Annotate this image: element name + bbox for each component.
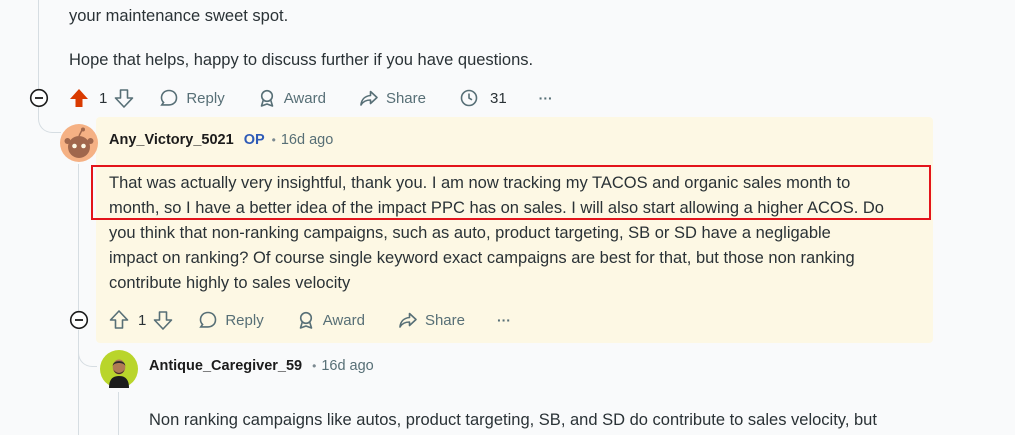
vote-count: 1 — [138, 311, 147, 329]
comment-text-line: you think that non-ranking campaigns, su… — [109, 224, 831, 242]
more-dots-icon: ··· — [496, 312, 511, 328]
downvote-icon — [154, 311, 173, 330]
share-label: Share — [424, 311, 465, 329]
clock-icon — [460, 89, 478, 107]
share-arrow-icon — [360, 90, 378, 106]
award-label: Award — [322, 311, 365, 329]
downvote-button[interactable] — [113, 87, 135, 109]
view-count: 31 — [489, 89, 507, 107]
more-options-button[interactable]: ··· — [497, 312, 511, 328]
share-button[interactable]: Share — [398, 310, 465, 330]
views-indicator: 31 — [459, 88, 507, 108]
reply-button[interactable]: Reply — [198, 310, 264, 330]
thread-connector-op — [38, 108, 61, 133]
avatar[interactable] — [60, 124, 98, 162]
thread-line-reply — [118, 392, 119, 435]
comment-text-line: Non ranking campaigns like autos, produc… — [149, 411, 877, 429]
minus-circle-icon — [29, 88, 49, 108]
avatar[interactable] — [100, 350, 138, 388]
thread-connector-reply — [78, 330, 97, 367]
reply-label: Reply — [225, 311, 264, 329]
award-button[interactable]: Award — [296, 310, 365, 330]
reply-label: Reply — [186, 89, 225, 107]
thread-line-op — [78, 164, 79, 312]
more-options-button[interactable]: ··· — [539, 90, 553, 106]
collapse-thread-button[interactable] — [29, 88, 49, 108]
downvote-icon — [115, 89, 134, 108]
reply-button[interactable]: Reply — [159, 88, 225, 108]
comment-meta: Antique_Caregiver_59 • 16d ago — [149, 358, 374, 374]
share-button[interactable]: Share — [359, 88, 426, 108]
timestamp-link[interactable]: 16d ago — [281, 132, 333, 148]
award-icon — [260, 89, 274, 107]
timestamp-link[interactable]: 16d ago — [321, 358, 373, 374]
comment-text-line: impact on ranking? Of course single keyw… — [109, 249, 855, 267]
comment-text-line: your maintenance sweet spot. — [69, 7, 289, 25]
comment-actions: 1 Reply Award Share 31 ··· — [68, 81, 553, 115]
snoo-avatar-icon — [60, 124, 98, 162]
comment-actions: 1 Reply Award Share ··· — [108, 303, 511, 337]
collapse-thread-button[interactable] — [69, 310, 89, 330]
upvote-button[interactable] — [68, 87, 90, 109]
award-icon — [299, 311, 313, 329]
comment-text-line: contribute highly to sales velocity — [109, 274, 351, 292]
username-link[interactable]: Antique_Caregiver_59 — [149, 358, 302, 374]
award-label: Award — [283, 89, 326, 107]
downvote-button[interactable] — [152, 309, 174, 331]
upvote-icon — [109, 310, 129, 329]
comment-meta: Any_Victory_5021 OP • 16d ago — [109, 132, 333, 148]
minus-circle-icon — [69, 310, 89, 330]
upvote-filled-icon — [70, 89, 88, 107]
share-arrow-icon — [399, 312, 417, 328]
comment-bubble-icon — [199, 311, 217, 328]
vote-count: 1 — [99, 89, 108, 107]
comment-bubble-icon — [160, 89, 178, 106]
meta-separator: • — [271, 133, 276, 147]
upvote-button[interactable] — [108, 309, 130, 331]
highlight-box — [91, 165, 931, 220]
meta-separator: • — [312, 359, 317, 373]
username-link[interactable]: Any_Victory_5021 — [109, 132, 234, 148]
comment-text-line: Hope that helps, happy to discuss furthe… — [69, 51, 534, 69]
share-label: Share — [385, 89, 426, 107]
user-avatar-icon — [100, 350, 138, 388]
op-badge: OP — [243, 132, 265, 148]
award-button[interactable]: Award — [257, 88, 326, 108]
more-dots-icon: ··· — [538, 90, 553, 106]
